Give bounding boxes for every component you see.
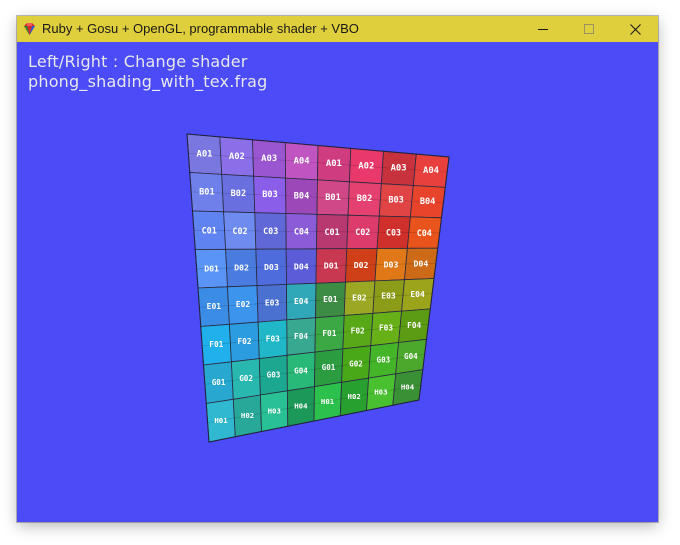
cell-label: H02 <box>241 411 254 420</box>
cell-label: C02 <box>355 227 370 237</box>
close-icon <box>629 23 641 35</box>
cell-label: B01 <box>325 193 341 203</box>
cell-label: D04 <box>414 259 429 269</box>
cell-label: G02 <box>239 374 253 383</box>
cell-label: B02 <box>357 194 373 204</box>
cell-label: A04 <box>294 157 310 167</box>
cell-label: E04 <box>410 290 425 299</box>
cell-label: C02 <box>232 226 247 236</box>
cell-label: E01 <box>323 295 338 304</box>
cell-label: A03 <box>261 154 277 164</box>
cell-label: E04 <box>294 297 309 306</box>
cell-label: F02 <box>351 326 365 335</box>
cell-label: G04 <box>294 367 308 376</box>
cell-label: F02 <box>237 337 251 346</box>
cell-label: E03 <box>265 299 280 308</box>
cell-label: B04 <box>420 197 436 207</box>
cell-label: A02 <box>229 152 245 162</box>
cell-label: F04 <box>407 321 421 330</box>
close-button[interactable] <box>612 16 658 42</box>
cell-label: D04 <box>294 261 309 271</box>
cell-label: F04 <box>294 332 308 341</box>
cell-label: D02 <box>234 263 249 273</box>
cell-label: H02 <box>348 392 361 401</box>
cell-label: B03 <box>262 190 278 200</box>
app-window: Ruby + Gosu + OpenGL, programmable shade… <box>17 16 658 522</box>
cell-label: D02 <box>354 260 369 270</box>
cell-label: H01 <box>321 397 335 406</box>
cell-label: D03 <box>264 262 279 272</box>
window-title: Ruby + Gosu + OpenGL, programmable shade… <box>42 21 359 36</box>
cell-label: F03 <box>266 335 280 344</box>
cell-label: G01 <box>322 363 336 372</box>
ruby-gem-icon <box>24 23 35 35</box>
cell-label: C03 <box>386 227 401 237</box>
cell-label: G03 <box>267 370 281 379</box>
cell-label: F01 <box>209 340 223 349</box>
cell-label: G02 <box>349 359 363 368</box>
cell-label: F03 <box>379 324 393 333</box>
cell-label: D01 <box>324 261 339 271</box>
cell-label: C04 <box>294 226 309 236</box>
cell-label: C01 <box>202 225 217 235</box>
cell-label: C04 <box>417 228 432 238</box>
cell-label: G03 <box>377 356 391 365</box>
cell-label: C01 <box>325 227 340 237</box>
cell-label: H04 <box>294 402 308 411</box>
cell-label: G04 <box>404 352 418 361</box>
cell-label: A01 <box>196 149 212 159</box>
cell-label: H04 <box>401 383 415 392</box>
cell-label: B01 <box>199 187 215 197</box>
cell-label: D01 <box>204 263 219 273</box>
cell-label: H01 <box>214 416 228 425</box>
cell-label: F01 <box>322 329 336 338</box>
cell-label: A02 <box>358 161 374 171</box>
cell-label: A04 <box>423 166 439 176</box>
cell-label: E03 <box>381 292 396 301</box>
cell-label: E01 <box>207 302 222 311</box>
maximize-icon <box>584 24 594 34</box>
cell-label: B02 <box>231 189 247 199</box>
maximize-button[interactable] <box>566 16 612 42</box>
cell-label: B03 <box>388 196 404 206</box>
minimize-button[interactable] <box>520 16 566 42</box>
cell-label: E02 <box>236 300 251 309</box>
cell-label: H03 <box>374 387 387 396</box>
render-canvas[interactable]: Left/Right : Change shader phong_shading… <box>17 42 658 522</box>
cell-label: A03 <box>391 164 407 174</box>
cell-label: D03 <box>384 259 399 269</box>
cell-label: C03 <box>263 226 278 236</box>
cell-label: G01 <box>212 378 226 387</box>
cell-label: E02 <box>352 293 367 302</box>
cell-label: B04 <box>294 192 310 202</box>
cell-label: A01 <box>326 159 342 169</box>
minimize-icon <box>538 29 548 30</box>
title-bar[interactable]: Ruby + Gosu + OpenGL, programmable shade… <box>17 16 658 42</box>
textured-quad: A01 A02 A03 A04 A01 A02 A03 A04 B01 B02 B03 B04 B01 B… <box>186 133 450 443</box>
cell-label: H03 <box>268 406 281 415</box>
